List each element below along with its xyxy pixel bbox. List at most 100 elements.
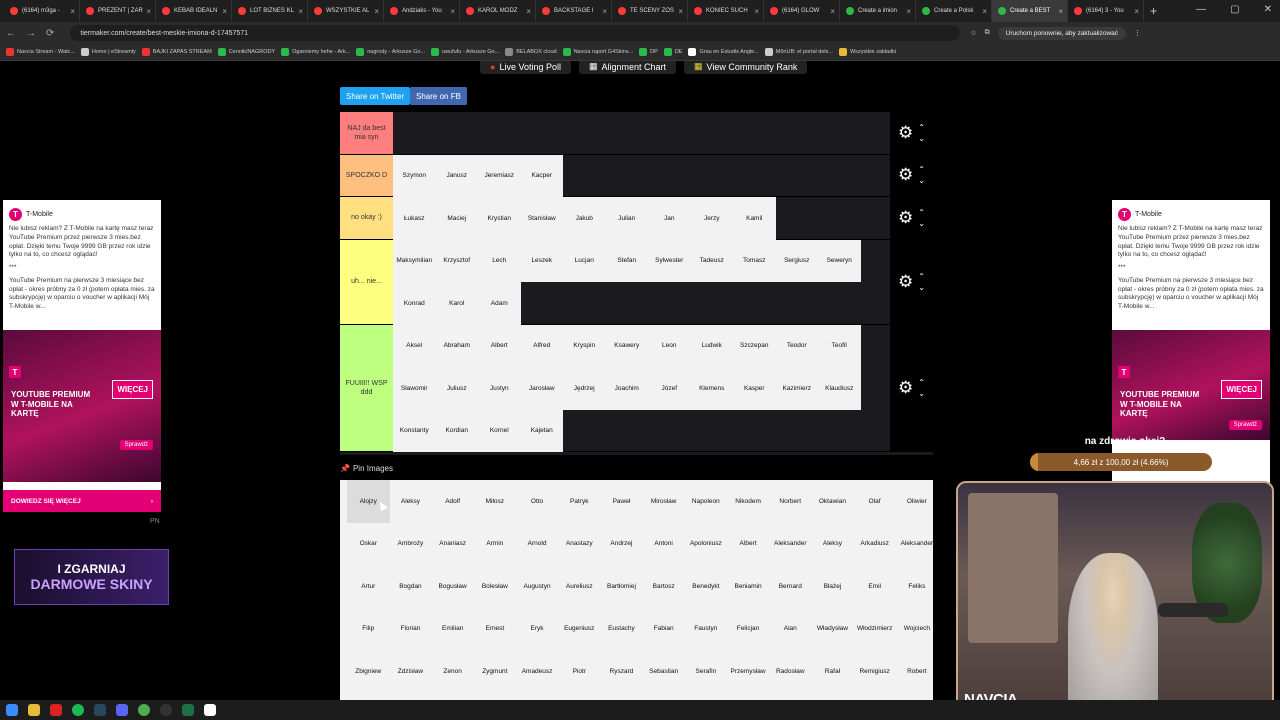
tier-item[interactable]: Kornel xyxy=(478,409,521,452)
tier-item[interactable]: Abraham xyxy=(435,324,478,367)
pool-item[interactable]: Włodzimierz xyxy=(853,608,896,651)
gear-icon[interactable]: ⚙ xyxy=(898,272,913,292)
menu-icon[interactable]: ⋮ xyxy=(1134,29,1141,37)
close-icon[interactable]: × xyxy=(374,7,379,16)
ad-cta-button[interactable]: DOWIEDZ SIĘ WIĘCEJ › xyxy=(3,490,161,512)
tier-item[interactable]: Albert xyxy=(478,324,521,367)
close-icon[interactable]: × xyxy=(1058,7,1063,16)
tier-item[interactable]: Kazimierz xyxy=(775,367,818,410)
browser-tab[interactable]: LOT BIZNES KL × xyxy=(232,0,308,22)
tier-item[interactable]: Janusz xyxy=(435,154,478,197)
pool-item[interactable]: Bartosz xyxy=(642,565,685,608)
tier-label[interactable]: NAJ da best mia syn xyxy=(340,112,393,154)
pool-item[interactable]: Błażej xyxy=(811,565,854,608)
pool-item[interactable]: Aureliusz xyxy=(558,565,601,608)
close-icon[interactable]: × xyxy=(678,7,683,16)
browser-tab[interactable]: Create a BEST × xyxy=(992,0,1068,22)
live-poll-button[interactable]: ● Live Voting Poll xyxy=(480,61,571,74)
tier-item[interactable]: Jeremiasz xyxy=(478,154,521,197)
tier-item[interactable]: Szczepan xyxy=(733,324,776,367)
tier-item[interactable]: Aksel xyxy=(393,324,436,367)
bookmark-item[interactable]: DE xyxy=(663,48,682,56)
url-field[interactable]: tiermaker.com/create/best-meskie-imiona-… xyxy=(70,25,961,41)
file-explorer-icon[interactable] xyxy=(28,704,40,716)
chevron-down-icon[interactable]: ⌄ xyxy=(918,388,925,399)
browser-tab[interactable]: (6164) GLOW × xyxy=(764,0,840,22)
pool-item[interactable]: Aleksy xyxy=(389,480,432,523)
tier-item[interactable]: Jerzy xyxy=(690,197,733,240)
pool-item[interactable]: Anastazy xyxy=(558,523,601,566)
tier-item[interactable]: Krzysztof xyxy=(435,239,478,282)
pool-item[interactable]: Apoloniusz xyxy=(685,523,728,566)
pool-item[interactable]: Benedykt xyxy=(685,565,728,608)
tier-item[interactable]: Teofil xyxy=(818,324,861,367)
tier-item[interactable]: Kacper xyxy=(520,154,563,197)
tier-item[interactable]: Jędrzej xyxy=(563,367,606,410)
tier-item[interactable]: Alfred xyxy=(520,324,563,367)
spotify-icon[interactable] xyxy=(72,704,84,716)
browser-tab[interactable]: KAROL MODZ × xyxy=(460,0,536,22)
chevron-up-icon[interactable]: ⌃ xyxy=(918,271,925,282)
tier-label[interactable]: FUUIII!! WSP ddd xyxy=(340,324,393,451)
close-icon[interactable]: × xyxy=(754,7,759,16)
tier-item[interactable]: Ludwik xyxy=(690,324,733,367)
pool-item[interactable]: Arkadiusz xyxy=(853,523,896,566)
browser-tab[interactable]: TE SCENY ZOS × xyxy=(612,0,688,22)
pool-item[interactable]: Ananiasz xyxy=(431,523,474,566)
tier-item[interactable]: Jarosław xyxy=(520,367,563,410)
close-icon[interactable]: × xyxy=(982,7,987,16)
tier-label[interactable]: uh... nie... xyxy=(340,239,393,324)
pool-item[interactable]: Amadeusz xyxy=(516,650,559,693)
pool-item[interactable]: Beniamin xyxy=(727,565,770,608)
bookmark-item[interactable]: Cennik/NAGRODY xyxy=(217,48,275,56)
tier-item[interactable]: Maciej xyxy=(435,197,478,240)
pin-images-toggle[interactable]: 📌 Pin Images xyxy=(340,464,393,473)
ad-check-button[interactable]: Sprawdź xyxy=(1228,420,1262,430)
browser-tab[interactable]: Create a imion × xyxy=(840,0,916,22)
bookmark-item[interactable]: nagrody - Arkusze Go... xyxy=(356,48,425,56)
back-icon[interactable]: ← xyxy=(6,28,16,39)
tier-item[interactable]: Kryspin xyxy=(563,324,606,367)
pool-item[interactable]: Olaf xyxy=(853,480,896,523)
tier-label[interactable]: SPOCZKO D xyxy=(340,154,393,196)
pool-item[interactable]: Florian xyxy=(389,608,432,651)
pool-item[interactable]: Bernard xyxy=(769,565,812,608)
tier-item[interactable]: Juliusz xyxy=(435,367,478,410)
pool-item[interactable]: Antoni xyxy=(642,523,685,566)
pool-item[interactable]: Eugeniusz xyxy=(558,608,601,651)
pool-item[interactable]: Zygmunt xyxy=(474,650,517,693)
pool-item[interactable]: Felicjan xyxy=(727,608,770,651)
tier-item[interactable]: Kajetan xyxy=(520,409,563,452)
excel-icon[interactable] xyxy=(182,704,194,716)
ad-left[interactable]: T T-Mobile Nie lubisz reklam? Z T-Mobile … xyxy=(3,200,161,512)
chevron-up-icon[interactable]: ⌃ xyxy=(918,207,925,218)
pool-item[interactable]: Feliks xyxy=(896,565,939,608)
pool-item[interactable]: Augustyn xyxy=(516,565,559,608)
tier-item[interactable]: Klemens xyxy=(690,367,733,410)
close-icon[interactable]: × xyxy=(222,7,227,16)
bookmark-item[interactable]: BELABOX cloud xyxy=(505,48,557,56)
tier-item[interactable]: Teodor xyxy=(775,324,818,367)
pool-item[interactable]: Arnold xyxy=(516,523,559,566)
bookmark-item[interactable]: Navcia raport G4Skins... xyxy=(562,48,633,56)
tier-item[interactable]: Konrad xyxy=(393,282,436,325)
pool-item[interactable]: Ambroży xyxy=(389,523,432,566)
pool-item[interactable]: Faustyn xyxy=(685,608,728,651)
pool-item[interactable]: Oskar xyxy=(347,523,390,566)
pool-item[interactable]: Aleksander xyxy=(896,523,939,566)
chevron-down-icon[interactable]: ⌄ xyxy=(918,282,925,293)
tier-item[interactable]: Leszek xyxy=(520,239,563,282)
pool-item[interactable]: Bolesław xyxy=(474,565,517,608)
tier-item[interactable]: Konstanty xyxy=(393,409,436,452)
pool-item[interactable]: Aleksander xyxy=(769,523,812,566)
browser-tab[interactable]: WSZYSTKIE AL × xyxy=(308,0,384,22)
browser-tab[interactable]: (6164) 3 - You × xyxy=(1068,0,1144,22)
tier-item[interactable]: Sławomir xyxy=(393,367,436,410)
pool-item[interactable]: Bogusław xyxy=(431,565,474,608)
share-fb-button[interactable]: Share on FB xyxy=(410,87,467,105)
gear-icon[interactable]: ⚙ xyxy=(898,208,913,228)
pool-item[interactable]: Remigiusz xyxy=(853,650,896,693)
tier-item[interactable]: Szymon xyxy=(393,154,436,197)
tier-item[interactable]: Jan xyxy=(648,197,691,240)
tier-item[interactable]: Adam xyxy=(478,282,521,325)
